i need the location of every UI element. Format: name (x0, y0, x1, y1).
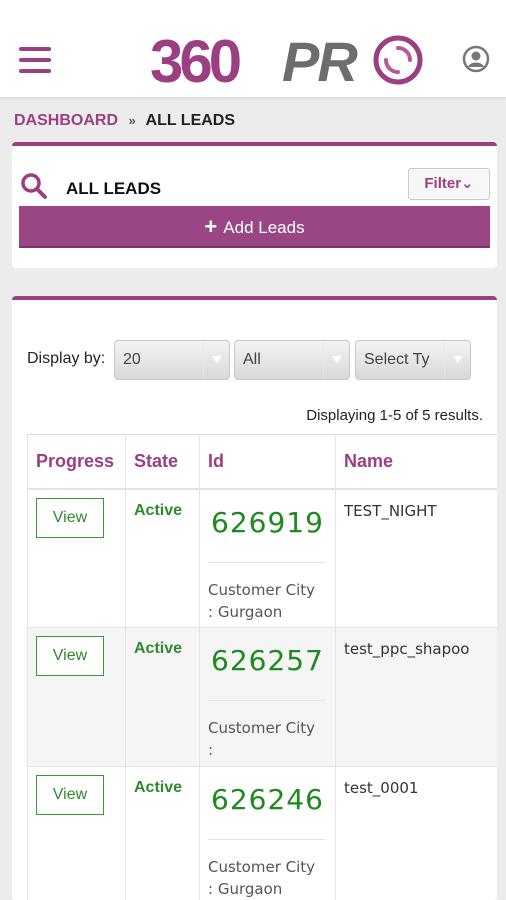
state-badge: Active (134, 501, 183, 519)
state-cell: Active (125, 766, 200, 900)
customer-city-value: : Gurgaon (208, 602, 283, 621)
id-cell: 626246 Customer City : Gurgaon (199, 766, 336, 900)
view-button[interactable]: View (36, 636, 104, 676)
state-badge: Active (134, 640, 183, 657)
logo-pro-text: PR (282, 30, 358, 93)
type-filter-select[interactable]: Select Ty (355, 340, 471, 380)
chevron-down-icon (444, 341, 470, 379)
leads-table: Progress State Id Name View Active 62691… (27, 434, 497, 900)
divider (208, 561, 325, 563)
type-filter-value: Select Ty (364, 351, 430, 368)
table-row: View Active 626246 Customer City : Gurga… (27, 766, 497, 900)
customer-city-label: Customer City (208, 580, 316, 599)
logo-swirl-icon (373, 35, 423, 85)
state-cell: Active (125, 488, 200, 628)
name-cell: test_0001 (335, 766, 497, 900)
progress-cell: View (27, 488, 126, 628)
breadcrumb-dashboard-link[interactable]: DASHBOARD (14, 112, 118, 129)
state-cell: Active (125, 627, 200, 767)
divider (208, 700, 325, 701)
column-header-name[interactable]: Name (335, 434, 497, 490)
logo[interactable]: 360 PR (150, 30, 440, 94)
lead-id-link[interactable]: 626246 (200, 767, 335, 839)
table-row: View Active 626919 Customer City : Gurga… (27, 488, 497, 628)
table-row: View Active 626257 Customer City : test_… (27, 627, 497, 767)
filter-button[interactable]: Filter⌄ (408, 168, 490, 200)
page-size-select[interactable]: 20 (114, 340, 230, 380)
table-header-row: Progress State Id Name (27, 434, 497, 490)
view-button[interactable]: View (36, 775, 104, 815)
status-filter-select[interactable]: All (234, 340, 350, 380)
status-filter-value: All (243, 351, 261, 368)
lead-name: TEST_NIGHT (344, 501, 437, 520)
search-icon[interactable] (20, 172, 48, 200)
name-cell: TEST_NIGHT (335, 488, 497, 628)
column-header-progress[interactable]: Progress (27, 434, 126, 490)
add-leads-label: Add Leads (223, 218, 305, 237)
customer-city-value: : (208, 741, 214, 759)
page-size-value: 20 (123, 351, 141, 368)
leads-header-card: ALL LEADS Filter⌄ + Add Leads (12, 142, 497, 268)
name-cell: test_ppc_shapoo (335, 627, 497, 767)
lead-name: test_0001 (344, 779, 419, 797)
chevron-down-icon (203, 341, 229, 379)
breadcrumb-current: ALL LEADS (145, 112, 236, 129)
column-header-state[interactable]: State (125, 434, 200, 490)
lead-id-link[interactable]: 626919 (200, 490, 335, 562)
add-leads-button[interactable]: + Add Leads (19, 206, 490, 248)
customer-city-value: : Gurgaon (208, 880, 283, 898)
view-button[interactable]: View (36, 497, 104, 538)
divider (208, 839, 325, 840)
customer-city-label: Customer City (208, 719, 316, 737)
leads-list-card: Display by: 20 All Select Ty Displaying … (12, 296, 497, 900)
lead-name: test_ppc_shapoo (344, 640, 470, 658)
lead-id-link[interactable]: 626257 (200, 628, 335, 700)
chevron-down-icon (323, 341, 349, 379)
customer-city-label: Customer City (208, 858, 316, 876)
display-by-label: Display by: (27, 350, 106, 367)
breadcrumb-separator: » (128, 113, 136, 128)
state-badge: Active (134, 779, 183, 796)
id-cell: 626919 Customer City : Gurgaon (199, 488, 336, 628)
progress-cell: View (27, 766, 126, 900)
column-header-id[interactable]: Id (199, 434, 336, 490)
logo-360-text: 360 (150, 28, 242, 95)
id-cell: 626257 Customer City : (199, 627, 336, 767)
plus-icon: + (204, 214, 218, 239)
page-title: ALL LEADS (66, 179, 162, 198)
hamburger-menu-icon[interactable] (19, 47, 51, 75)
breadcrumb: DASHBOARD » ALL LEADS (14, 112, 235, 132)
results-summary: Displaying 1-5 of 5 results. (306, 407, 483, 424)
progress-cell: View (27, 627, 126, 767)
top-bar: 360 PR (0, 0, 506, 98)
user-icon[interactable] (462, 45, 490, 73)
